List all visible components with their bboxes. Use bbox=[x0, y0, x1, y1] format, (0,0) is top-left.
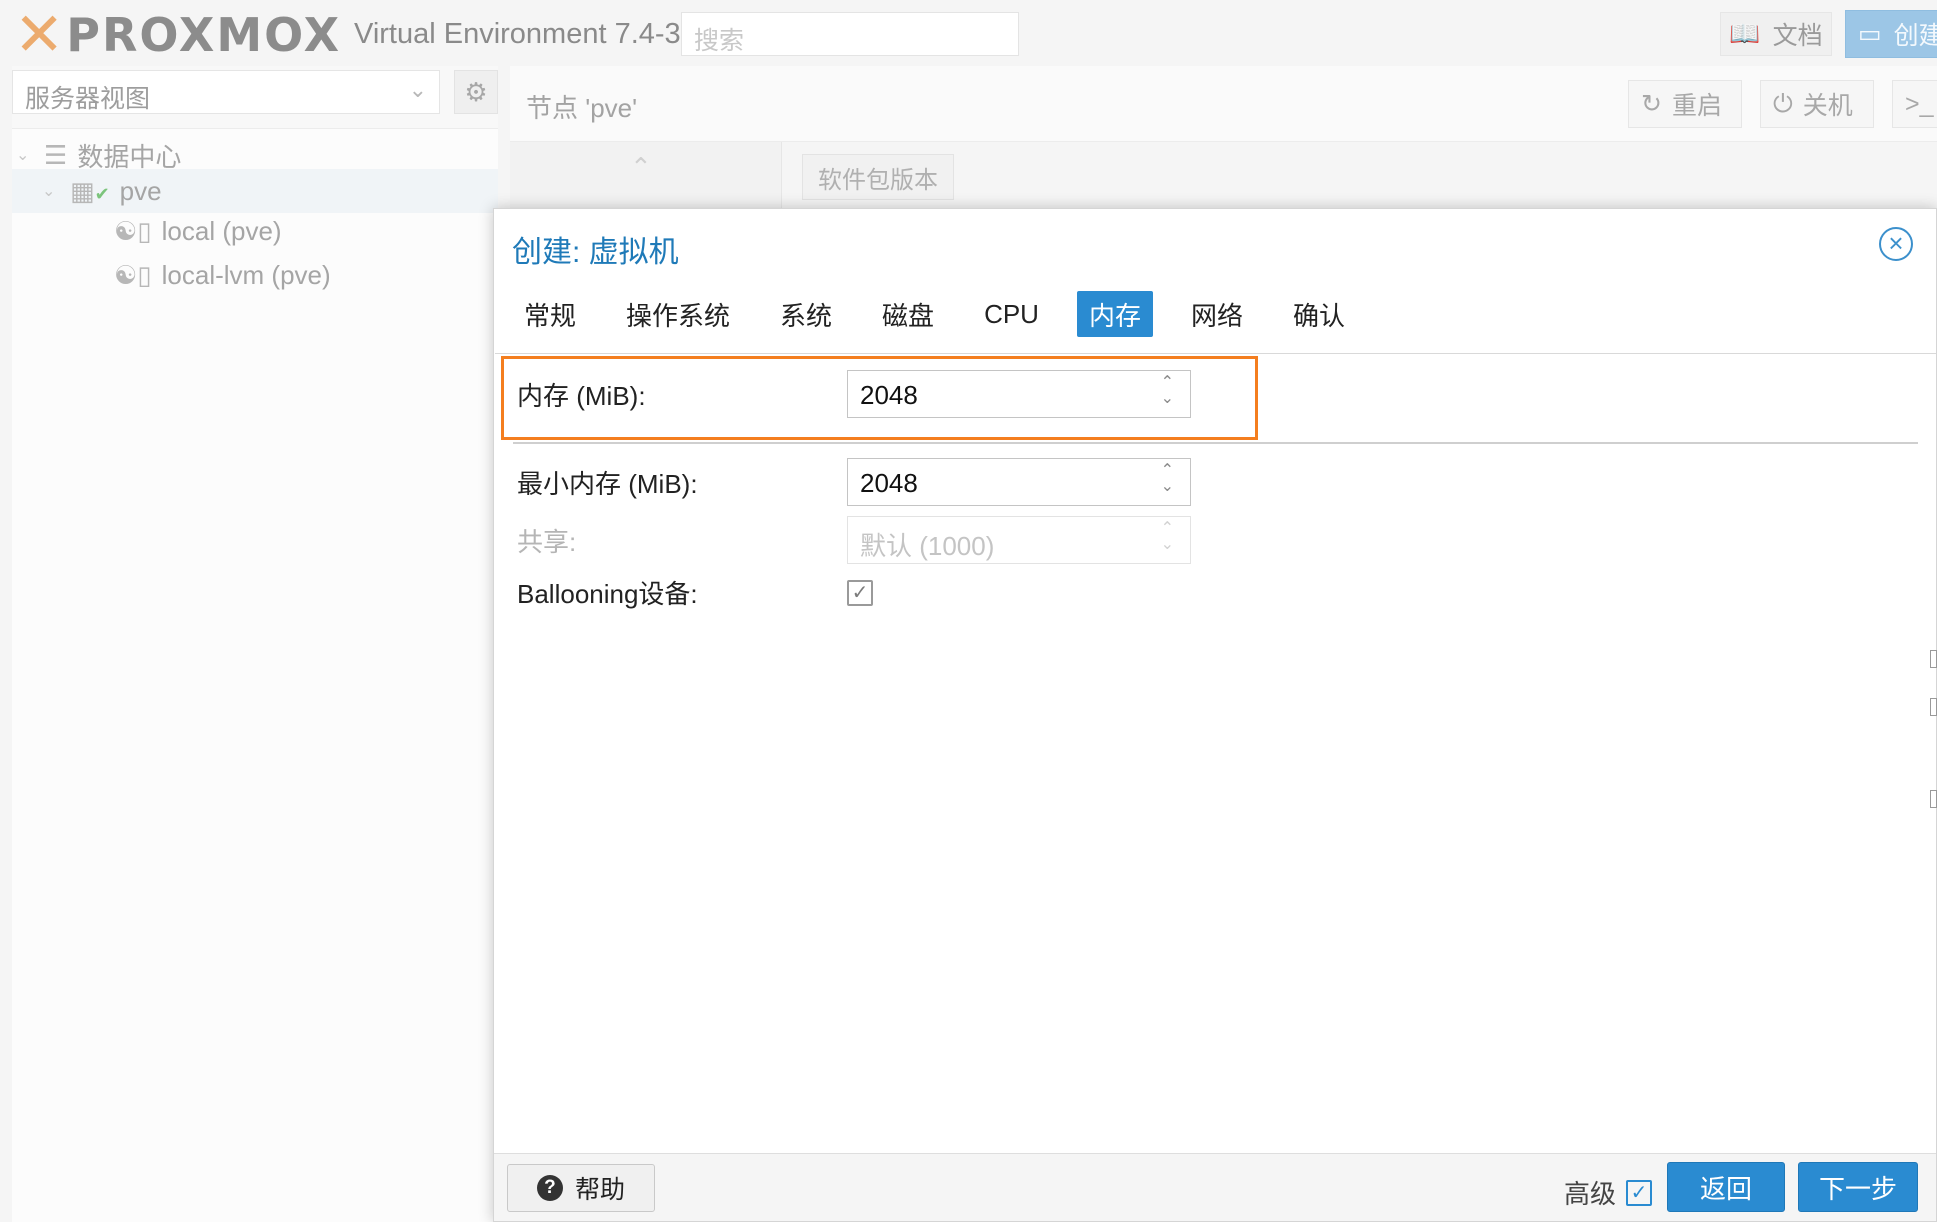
tab-confirm[interactable]: 确认 bbox=[1281, 291, 1357, 337]
reload-icon: ↻ bbox=[1641, 90, 1662, 118]
memory-row: 内存 (MiB): 2048 ⌃ ⌄ bbox=[517, 370, 1191, 418]
edge-handle[interactable] bbox=[1930, 650, 1937, 668]
book-icon: 📖 bbox=[1729, 19, 1761, 48]
help-button[interactable]: ? 帮助 bbox=[507, 1164, 655, 1212]
shutdown-label: 关机 bbox=[1802, 92, 1853, 120]
logo-text: PROXMOX bbox=[66, 8, 342, 62]
section-divider bbox=[513, 442, 1918, 444]
tab-system[interactable]: 系统 bbox=[768, 291, 844, 337]
tree-item-label: 数据中心 bbox=[77, 141, 182, 172]
create-vm-button[interactable]: ▭ 创建 bbox=[1845, 10, 1937, 58]
reboot-button[interactable]: ↻ 重启 bbox=[1628, 80, 1742, 128]
dialog-footer: ? 帮助 高级 ✓ 返回 下一步 bbox=[494, 1153, 1936, 1221]
spinner-arrows-icon[interactable]: ⌃ ⌄ bbox=[1161, 375, 1174, 407]
spinner-arrows-icon[interactable]: ⌃ ⌄ bbox=[1161, 463, 1174, 495]
memory-value: 2048 bbox=[860, 380, 918, 410]
view-selector-label: 服务器视图 bbox=[25, 85, 151, 113]
create-vm-dialog: 创建: 虚拟机 × 常规 操作系统 系统 磁盘 CPU 内存 网络 确认 内存 … bbox=[493, 208, 1937, 1222]
advanced-toggle[interactable]: 高级 ✓ bbox=[1564, 1174, 1653, 1211]
wizard-tabs: 常规 操作系统 系统 磁盘 CPU 内存 网络 确认 bbox=[512, 291, 1383, 337]
top-bar: ✕ PROXMOX Virtual Environment 7.4-3 搜索 📖… bbox=[0, 0, 1937, 66]
logo-x-mark: ✕ bbox=[14, 0, 65, 70]
tree-settings-button[interactable]: ⚙ bbox=[454, 70, 498, 114]
proxmox-logo: ✕ PROXMOX bbox=[14, 0, 342, 70]
chevron-down-icon: ⌄ bbox=[408, 77, 427, 102]
shares-label: 共享: bbox=[517, 526, 577, 557]
storage-icon: ☯▯ bbox=[114, 259, 152, 290]
tree-item-local[interactable]: ☯▯ local (pve) bbox=[104, 209, 282, 253]
version-label: Virtual Environment 7.4-3 bbox=[354, 18, 681, 50]
next-button[interactable]: 下一步 bbox=[1798, 1162, 1918, 1212]
node-icon: ▦✔ bbox=[70, 175, 110, 206]
chevron-up-icon[interactable]: ⌃ bbox=[630, 152, 652, 183]
power-icon: ⏻ bbox=[1773, 89, 1793, 118]
tab-disks[interactable]: 磁盘 bbox=[870, 291, 946, 337]
memory-input[interactable]: 2048 ⌃ ⌄ bbox=[847, 370, 1191, 418]
online-status-icon: ✔ bbox=[94, 183, 110, 204]
tab-general[interactable]: 常规 bbox=[512, 291, 588, 337]
storage-icon: ☯▯ bbox=[114, 215, 152, 246]
ballooning-label: Ballooning设备: bbox=[517, 579, 698, 609]
ballooning-checkbox[interactable]: ✓ bbox=[847, 579, 873, 606]
terminal-icon: >_ bbox=[1905, 89, 1934, 118]
window-edge-controls bbox=[1930, 650, 1937, 810]
tab-memory[interactable]: 内存 bbox=[1076, 291, 1153, 337]
shutdown-button[interactable]: ⏻ 关机 bbox=[1760, 80, 1874, 128]
tree-item-label: local (pve) bbox=[161, 215, 282, 246]
edge-handle[interactable] bbox=[1930, 698, 1937, 716]
min-memory-value: 2048 bbox=[860, 468, 918, 498]
help-label: 帮助 bbox=[574, 1176, 625, 1204]
edge-handle[interactable] bbox=[1930, 790, 1937, 808]
resource-tree: ⌄ ☰ 数据中心 ⌄ ▦✔ pve ☯▯ local (pve) ☯▯ loca… bbox=[12, 128, 498, 1222]
memory-panel: 内存 (MiB): 2048 ⌃ ⌄ 最小内存 (MiB): 2048 ⌃ ⌄ 共享… bbox=[495, 353, 1936, 1153]
tree-item-label: local-lvm (pve) bbox=[161, 259, 331, 290]
datacenter-icon: ☰ bbox=[44, 139, 68, 170]
shares-row: 共享: 默认 (1000) ⌃ ⌄ bbox=[517, 516, 1191, 564]
monitor-icon: ▭ bbox=[1858, 20, 1882, 48]
tree-item-local-lvm[interactable]: ☯▯ local-lvm (pve) bbox=[104, 253, 331, 297]
dialog-title: 创建: 虚拟机 bbox=[512, 236, 679, 269]
node-title: 节点 'pve' bbox=[526, 93, 638, 123]
tab-network[interactable]: 网络 bbox=[1179, 291, 1255, 337]
view-selector[interactable]: 服务器视图 ⌄ bbox=[12, 70, 440, 114]
advanced-label: 高级 bbox=[1564, 1179, 1617, 1209]
ballooning-row: Ballooning设备: ✓ bbox=[517, 574, 873, 611]
spinner-arrows-icon: ⌃ ⌄ bbox=[1160, 520, 1174, 553]
node-header: 节点 'pve' ↻ 重启 ⏻ 关机 >_ bbox=[510, 66, 1937, 142]
tab-cpu[interactable]: CPU bbox=[972, 291, 1051, 337]
chevron-down-icon: ⌄ bbox=[42, 183, 56, 200]
shares-input: 默认 (1000) ⌃ ⌄ bbox=[847, 516, 1191, 564]
docs-button-label: 文档 bbox=[1772, 22, 1823, 50]
min-memory-input[interactable]: 2048 ⌃ ⌄ bbox=[847, 458, 1191, 506]
gear-icon: ⚙ bbox=[464, 76, 488, 107]
close-icon[interactable]: × bbox=[1879, 227, 1913, 261]
package-versions-button[interactable]: 软件包版本 bbox=[802, 154, 954, 200]
chevron-down-icon: ⌄ bbox=[16, 147, 30, 164]
question-icon: ? bbox=[536, 1175, 563, 1201]
tree-item-pve[interactable]: ⌄ ▦✔ pve bbox=[12, 169, 498, 213]
search-input[interactable]: 搜索 bbox=[681, 12, 1019, 56]
create-button-label: 创建 bbox=[1893, 22, 1937, 50]
min-memory-label: 最小内存 (MiB): bbox=[517, 468, 698, 499]
advanced-checkbox[interactable]: ✓ bbox=[1626, 1179, 1653, 1206]
reboot-label: 重启 bbox=[1671, 92, 1722, 120]
tree-item-label: pve bbox=[119, 175, 162, 206]
shell-button[interactable]: >_ bbox=[1892, 80, 1937, 128]
min-memory-row: 最小内存 (MiB): 2048 ⌃ ⌄ bbox=[517, 458, 1191, 506]
back-button[interactable]: 返回 bbox=[1667, 1162, 1785, 1212]
docs-button[interactable]: 📖 文档 bbox=[1720, 12, 1832, 56]
shares-placeholder: 默认 (1000) bbox=[860, 531, 995, 561]
memory-label: 内存 (MiB): bbox=[517, 380, 646, 411]
resource-tree-panel: 服务器视图 ⌄ ⚙ ⌄ ☰ 数据中心 ⌄ ▦✔ pve ☯▯ local (pv… bbox=[12, 66, 498, 1222]
tab-os[interactable]: 操作系统 bbox=[614, 291, 742, 337]
